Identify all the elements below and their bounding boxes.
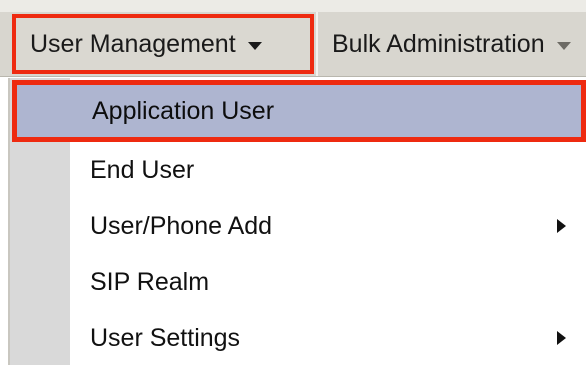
menu-tab-bulk-administration[interactable]: Bulk Administration <box>318 14 586 74</box>
menu-item-application-user[interactable]: Application User <box>12 80 586 142</box>
menu-item-user-phone-add[interactable]: User/Phone Add <box>10 198 586 254</box>
menu-item-label: Application User <box>92 96 275 125</box>
chevron-down-icon <box>247 42 262 50</box>
menu-item-end-user[interactable]: End User <box>10 142 586 198</box>
menu-item-label: SIP Realm <box>90 267 210 296</box>
menubar-top-strip <box>0 0 586 12</box>
chevron-right-icon <box>557 219 566 233</box>
menu-tab-user-management-label: User Management <box>30 29 236 58</box>
user-management-dropdown: Application User End User User/Phone Add… <box>8 78 586 365</box>
menu-item-user-settings[interactable]: User Settings <box>10 310 586 365</box>
screenshot-page: User Management Bulk Administration Appl… <box>0 0 586 365</box>
chevron-down-icon <box>556 42 571 50</box>
menu-item-sip-realm[interactable]: SIP Realm <box>10 254 586 310</box>
chevron-right-icon <box>557 331 566 345</box>
menu-tab-bulk-administration-label: Bulk Administration <box>332 29 545 58</box>
menu-item-label: User/Phone Add <box>90 211 273 240</box>
menu-item-label: End User <box>90 155 195 184</box>
top-menubar: User Management Bulk Administration <box>0 0 586 77</box>
menu-item-label: User Settings <box>90 323 241 352</box>
menu-tab-user-management[interactable]: User Management <box>12 14 314 74</box>
